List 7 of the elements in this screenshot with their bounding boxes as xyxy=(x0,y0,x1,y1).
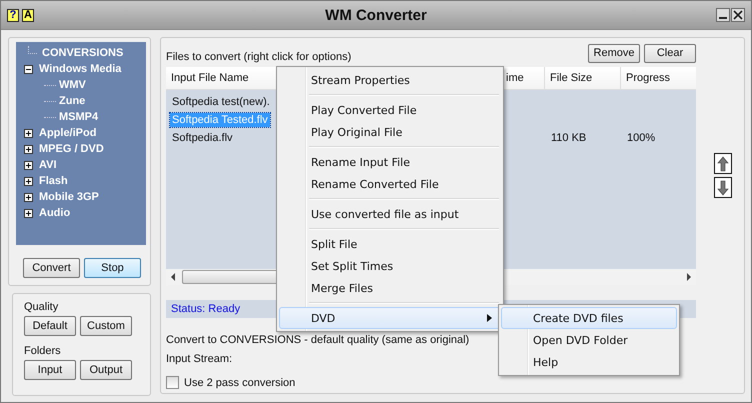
status-text: Status: Ready xyxy=(171,303,240,315)
window-title: WM Converter xyxy=(325,6,427,24)
quality-label: Quality xyxy=(24,301,60,313)
convert-to-text: Convert to CONVERSIONS - default quality (same as original) xyxy=(166,334,470,347)
input-stream-label: Input Stream: xyxy=(166,353,232,366)
folders-label: Folders xyxy=(24,345,62,357)
files-label: Files to convert (right click for options) xyxy=(166,51,352,63)
